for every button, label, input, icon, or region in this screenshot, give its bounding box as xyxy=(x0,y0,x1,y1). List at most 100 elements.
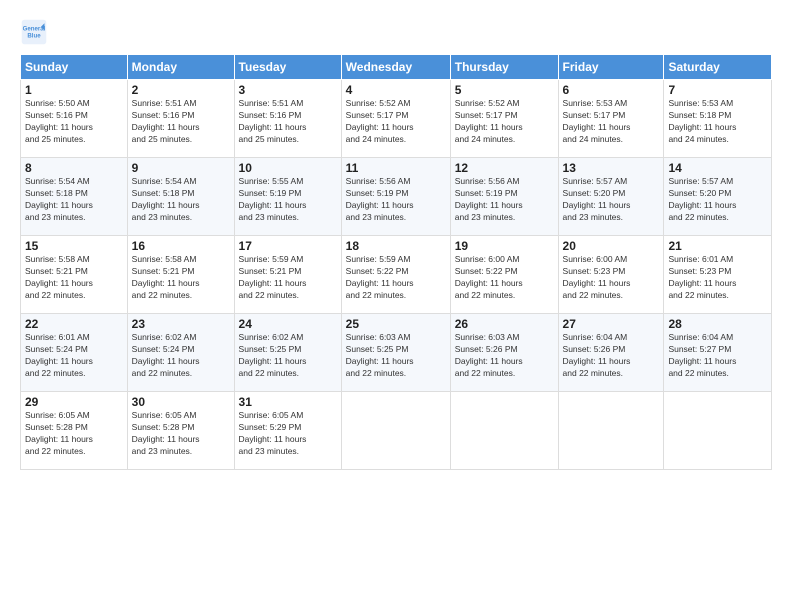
day-number: 14 xyxy=(668,161,767,175)
col-wednesday: Wednesday xyxy=(341,55,450,80)
col-saturday: Saturday xyxy=(664,55,772,80)
calendar-cell: 14Sunrise: 5:57 AM Sunset: 5:20 PM Dayli… xyxy=(664,158,772,236)
day-info: Sunrise: 5:59 AM Sunset: 5:22 PM Dayligh… xyxy=(346,254,446,302)
day-number: 20 xyxy=(563,239,660,253)
day-number: 12 xyxy=(455,161,554,175)
day-info: Sunrise: 5:59 AM Sunset: 5:21 PM Dayligh… xyxy=(239,254,337,302)
day-info: Sunrise: 5:58 AM Sunset: 5:21 PM Dayligh… xyxy=(132,254,230,302)
logo: General Blue xyxy=(20,18,52,46)
day-info: Sunrise: 6:04 AM Sunset: 5:27 PM Dayligh… xyxy=(668,332,767,380)
col-friday: Friday xyxy=(558,55,664,80)
calendar-week-4: 22Sunrise: 6:01 AM Sunset: 5:24 PM Dayli… xyxy=(21,314,772,392)
calendar-cell: 13Sunrise: 5:57 AM Sunset: 5:20 PM Dayli… xyxy=(558,158,664,236)
day-number: 15 xyxy=(25,239,123,253)
day-info: Sunrise: 6:05 AM Sunset: 5:28 PM Dayligh… xyxy=(25,410,123,458)
calendar-cell: 29Sunrise: 6:05 AM Sunset: 5:28 PM Dayli… xyxy=(21,392,128,470)
calendar-cell: 3Sunrise: 5:51 AM Sunset: 5:16 PM Daylig… xyxy=(234,80,341,158)
calendar-week-1: 1Sunrise: 5:50 AM Sunset: 5:16 PM Daylig… xyxy=(21,80,772,158)
calendar-cell: 19Sunrise: 6:00 AM Sunset: 5:22 PM Dayli… xyxy=(450,236,558,314)
day-info: Sunrise: 5:55 AM Sunset: 5:19 PM Dayligh… xyxy=(239,176,337,224)
calendar-cell: 10Sunrise: 5:55 AM Sunset: 5:19 PM Dayli… xyxy=(234,158,341,236)
col-tuesday: Tuesday xyxy=(234,55,341,80)
day-info: Sunrise: 6:03 AM Sunset: 5:25 PM Dayligh… xyxy=(346,332,446,380)
calendar-cell: 24Sunrise: 6:02 AM Sunset: 5:25 PM Dayli… xyxy=(234,314,341,392)
day-number: 22 xyxy=(25,317,123,331)
day-info: Sunrise: 6:00 AM Sunset: 5:22 PM Dayligh… xyxy=(455,254,554,302)
calendar-cell: 31Sunrise: 6:05 AM Sunset: 5:29 PM Dayli… xyxy=(234,392,341,470)
calendar-cell: 15Sunrise: 5:58 AM Sunset: 5:21 PM Dayli… xyxy=(21,236,128,314)
day-number: 16 xyxy=(132,239,230,253)
calendar-cell: 5Sunrise: 5:52 AM Sunset: 5:17 PM Daylig… xyxy=(450,80,558,158)
calendar-cell: 1Sunrise: 5:50 AM Sunset: 5:16 PM Daylig… xyxy=(21,80,128,158)
calendar-cell: 22Sunrise: 6:01 AM Sunset: 5:24 PM Dayli… xyxy=(21,314,128,392)
calendar-cell: 21Sunrise: 6:01 AM Sunset: 5:23 PM Dayli… xyxy=(664,236,772,314)
day-number: 7 xyxy=(668,83,767,97)
calendar-cell: 6Sunrise: 5:53 AM Sunset: 5:17 PM Daylig… xyxy=(558,80,664,158)
day-number: 23 xyxy=(132,317,230,331)
day-info: Sunrise: 6:05 AM Sunset: 5:29 PM Dayligh… xyxy=(239,410,337,458)
day-info: Sunrise: 6:01 AM Sunset: 5:24 PM Dayligh… xyxy=(25,332,123,380)
day-info: Sunrise: 5:52 AM Sunset: 5:17 PM Dayligh… xyxy=(455,98,554,146)
day-number: 31 xyxy=(239,395,337,409)
calendar-cell: 25Sunrise: 6:03 AM Sunset: 5:25 PM Dayli… xyxy=(341,314,450,392)
day-number: 24 xyxy=(239,317,337,331)
calendar-cell: 26Sunrise: 6:03 AM Sunset: 5:26 PM Dayli… xyxy=(450,314,558,392)
day-info: Sunrise: 5:52 AM Sunset: 5:17 PM Dayligh… xyxy=(346,98,446,146)
day-number: 6 xyxy=(563,83,660,97)
day-info: Sunrise: 5:51 AM Sunset: 5:16 PM Dayligh… xyxy=(239,98,337,146)
calendar-week-5: 29Sunrise: 6:05 AM Sunset: 5:28 PM Dayli… xyxy=(21,392,772,470)
calendar-cell: 20Sunrise: 6:00 AM Sunset: 5:23 PM Dayli… xyxy=(558,236,664,314)
day-info: Sunrise: 5:50 AM Sunset: 5:16 PM Dayligh… xyxy=(25,98,123,146)
calendar-cell: 23Sunrise: 6:02 AM Sunset: 5:24 PM Dayli… xyxy=(127,314,234,392)
calendar-cell xyxy=(341,392,450,470)
calendar-cell: 18Sunrise: 5:59 AM Sunset: 5:22 PM Dayli… xyxy=(341,236,450,314)
day-number: 27 xyxy=(563,317,660,331)
day-info: Sunrise: 6:02 AM Sunset: 5:25 PM Dayligh… xyxy=(239,332,337,380)
day-number: 18 xyxy=(346,239,446,253)
calendar-cell: 28Sunrise: 6:04 AM Sunset: 5:27 PM Dayli… xyxy=(664,314,772,392)
day-number: 19 xyxy=(455,239,554,253)
day-number: 1 xyxy=(25,83,123,97)
day-info: Sunrise: 6:05 AM Sunset: 5:28 PM Dayligh… xyxy=(132,410,230,458)
calendar-cell: 11Sunrise: 5:56 AM Sunset: 5:19 PM Dayli… xyxy=(341,158,450,236)
col-thursday: Thursday xyxy=(450,55,558,80)
svg-text:Blue: Blue xyxy=(27,32,41,39)
day-number: 2 xyxy=(132,83,230,97)
calendar-cell xyxy=(664,392,772,470)
day-number: 5 xyxy=(455,83,554,97)
calendar-cell: 9Sunrise: 5:54 AM Sunset: 5:18 PM Daylig… xyxy=(127,158,234,236)
header: General Blue xyxy=(20,18,772,46)
calendar-cell: 8Sunrise: 5:54 AM Sunset: 5:18 PM Daylig… xyxy=(21,158,128,236)
header-row: Sunday Monday Tuesday Wednesday Thursday… xyxy=(21,55,772,80)
day-info: Sunrise: 5:57 AM Sunset: 5:20 PM Dayligh… xyxy=(563,176,660,224)
calendar-cell: 27Sunrise: 6:04 AM Sunset: 5:26 PM Dayli… xyxy=(558,314,664,392)
calendar-cell: 2Sunrise: 5:51 AM Sunset: 5:16 PM Daylig… xyxy=(127,80,234,158)
calendar-cell: 16Sunrise: 5:58 AM Sunset: 5:21 PM Dayli… xyxy=(127,236,234,314)
calendar-cell: 7Sunrise: 5:53 AM Sunset: 5:18 PM Daylig… xyxy=(664,80,772,158)
day-info: Sunrise: 6:01 AM Sunset: 5:23 PM Dayligh… xyxy=(668,254,767,302)
calendar-cell: 4Sunrise: 5:52 AM Sunset: 5:17 PM Daylig… xyxy=(341,80,450,158)
day-number: 28 xyxy=(668,317,767,331)
day-number: 26 xyxy=(455,317,554,331)
day-info: Sunrise: 6:04 AM Sunset: 5:26 PM Dayligh… xyxy=(563,332,660,380)
day-info: Sunrise: 6:02 AM Sunset: 5:24 PM Dayligh… xyxy=(132,332,230,380)
day-number: 8 xyxy=(25,161,123,175)
day-number: 10 xyxy=(239,161,337,175)
calendar-cell: 17Sunrise: 5:59 AM Sunset: 5:21 PM Dayli… xyxy=(234,236,341,314)
day-info: Sunrise: 5:54 AM Sunset: 5:18 PM Dayligh… xyxy=(132,176,230,224)
day-info: Sunrise: 6:03 AM Sunset: 5:26 PM Dayligh… xyxy=(455,332,554,380)
logo-icon: General Blue xyxy=(20,18,48,46)
day-number: 13 xyxy=(563,161,660,175)
day-info: Sunrise: 5:56 AM Sunset: 5:19 PM Dayligh… xyxy=(455,176,554,224)
day-number: 11 xyxy=(346,161,446,175)
day-number: 25 xyxy=(346,317,446,331)
calendar-cell: 30Sunrise: 6:05 AM Sunset: 5:28 PM Dayli… xyxy=(127,392,234,470)
calendar-cell xyxy=(450,392,558,470)
day-number: 30 xyxy=(132,395,230,409)
calendar-cell: 12Sunrise: 5:56 AM Sunset: 5:19 PM Dayli… xyxy=(450,158,558,236)
col-sunday: Sunday xyxy=(21,55,128,80)
day-info: Sunrise: 5:54 AM Sunset: 5:18 PM Dayligh… xyxy=(25,176,123,224)
day-info: Sunrise: 5:53 AM Sunset: 5:18 PM Dayligh… xyxy=(668,98,767,146)
day-number: 3 xyxy=(239,83,337,97)
page: General Blue Sunday Monday Tuesday Wedne… xyxy=(0,0,792,480)
